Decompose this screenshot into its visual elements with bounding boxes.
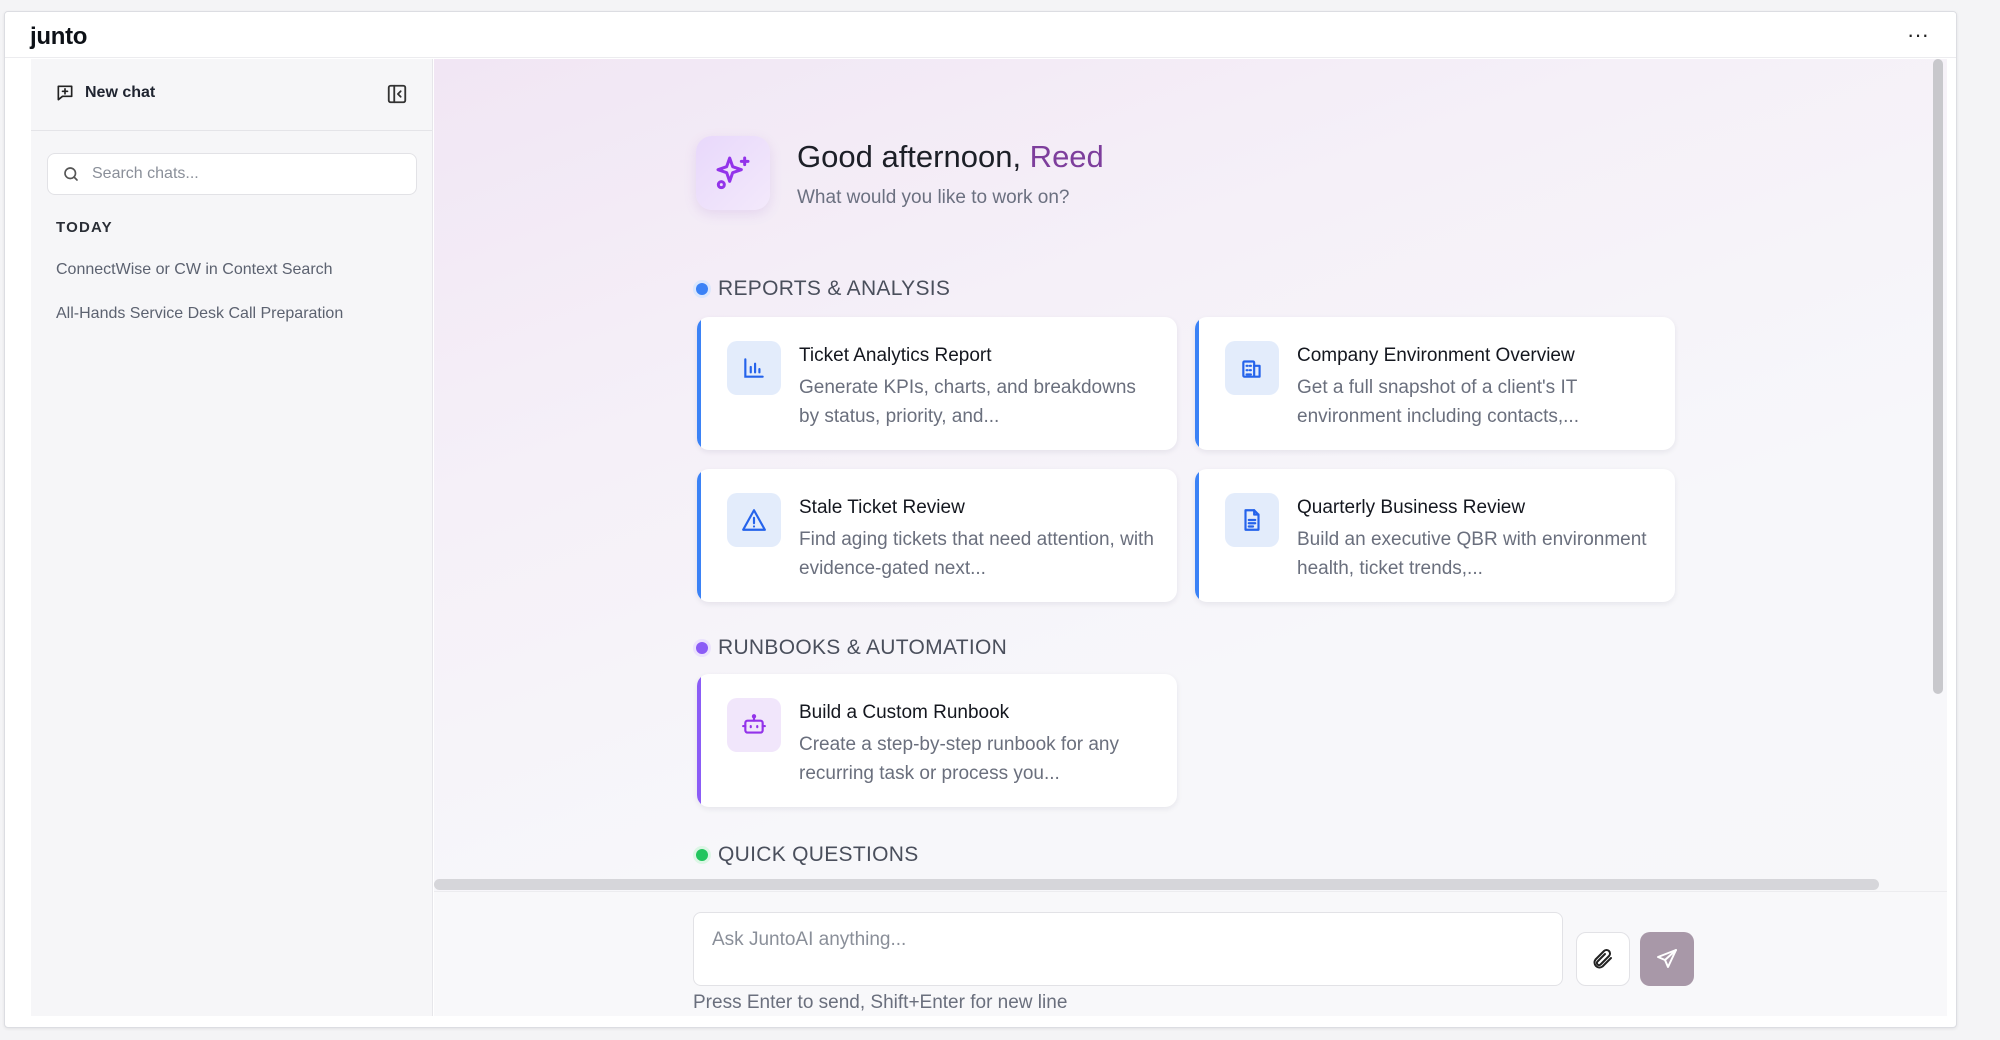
card-ticket-analytics-report[interactable]: Ticket Analytics Report Generate KPIs, c… [697,317,1177,450]
composer-hint: Press Enter to send, Shift+Enter for new… [693,992,1068,1013]
card-title: Build a Custom Runbook [799,702,1010,723]
card-company-environment-overview[interactable]: Company Environment Overview Get a full … [1195,317,1675,450]
section-reports-analysis: REPORTS & ANALYSIS [696,277,950,301]
section-dot-blue [696,283,708,295]
more-options-button[interactable]: ··· [1900,20,1936,50]
top-bar: junto ··· [5,12,1956,58]
app-window: junto ··· New chat TODAY ConnectWise [4,11,1957,1028]
section-quick-questions: QUICK QUESTIONS [696,843,919,867]
card-description: Get a full snapshot of a client's IT env… [1297,377,1579,427]
attach-button[interactable] [1576,932,1630,986]
greeting-text: Good afternoon, [797,139,1022,174]
search-chats-box [47,153,417,195]
user-name: Reed [1021,139,1104,174]
new-chat-icon [57,85,73,101]
send-icon [1657,949,1677,968]
section-runbooks-automation: RUNBOOKS & AUTOMATION [696,636,1007,660]
document-icon [1225,493,1279,547]
card-description: Generate KPIs, charts, and breakdowns by… [799,377,1136,427]
horizontal-scrollbar[interactable] [434,879,1879,890]
ask-input[interactable] [694,913,1562,985]
ask-input-box [693,912,1563,986]
section-dot-green [696,849,708,861]
card-description: Create a step-by-step runbook for any re… [799,734,1120,784]
sidebar-header: New chat [31,59,432,131]
building-icon [1225,341,1279,395]
main-panel: Good afternoon, Reed What would you like… [434,59,1947,1016]
new-chat-button[interactable]: New chat [55,83,155,103]
card-title: Quarterly Business Review [1297,497,1526,518]
card-accent-bar [1195,469,1199,602]
send-button[interactable] [1640,932,1694,986]
card-stale-ticket-review[interactable]: Stale Ticket Review Find aging tickets t… [697,469,1177,602]
card-accent-bar [697,317,701,450]
card-accent-bar [697,674,701,807]
card-build-custom-runbook[interactable]: Build a Custom Runbook Create a step-by-… [697,674,1177,807]
robot-icon [727,698,781,752]
card-title: Stale Ticket Review [799,497,965,518]
bar-chart-icon [727,341,781,395]
chat-item[interactable]: All-Hands Service Desk Call Preparation [56,305,343,323]
sidebar-collapse-icon [387,84,407,104]
section-label-text: REPORTS & ANALYSIS [718,277,951,300]
sidebar: New chat TODAY ConnectWise or CW in Cont… [31,59,433,1016]
warning-icon [727,493,781,547]
card-quarterly-business-review[interactable]: Quarterly Business Review Build an execu… [1195,469,1675,602]
section-dot-purple [696,642,708,654]
paperclip-icon [1593,948,1612,969]
card-description: Build an executive QBR with environment … [1297,529,1647,579]
main-scroll-area: Good afternoon, Reed What would you like… [434,59,1934,879]
new-chat-label: New chat [85,84,156,101]
card-title: Company Environment Overview [1297,345,1575,366]
search-chats-input[interactable] [92,165,402,183]
sparkles-icon [696,136,770,210]
sidebar-section-today: TODAY [56,219,113,236]
greeting-heading: Good afternoon, Reed [797,139,1104,175]
card-accent-bar [1195,317,1199,450]
card-description: Find aging tickets that need attention, … [799,529,1154,579]
composer: Press Enter to send, Shift+Enter for new… [434,891,1947,1016]
section-label-text: QUICK QUESTIONS [718,843,919,866]
card-accent-bar [697,469,701,602]
vertical-scrollbar[interactable] [1933,59,1943,694]
card-title: Ticket Analytics Report [799,345,992,366]
chat-item[interactable]: ConnectWise or CW in Context Search [56,261,333,279]
app-title: junto [30,23,88,50]
search-icon [64,167,78,181]
collapse-sidebar-button[interactable] [386,83,408,105]
greeting-subtitle: What would you like to work on? [797,187,1070,208]
section-label-text: RUNBOOKS & AUTOMATION [718,636,1008,659]
